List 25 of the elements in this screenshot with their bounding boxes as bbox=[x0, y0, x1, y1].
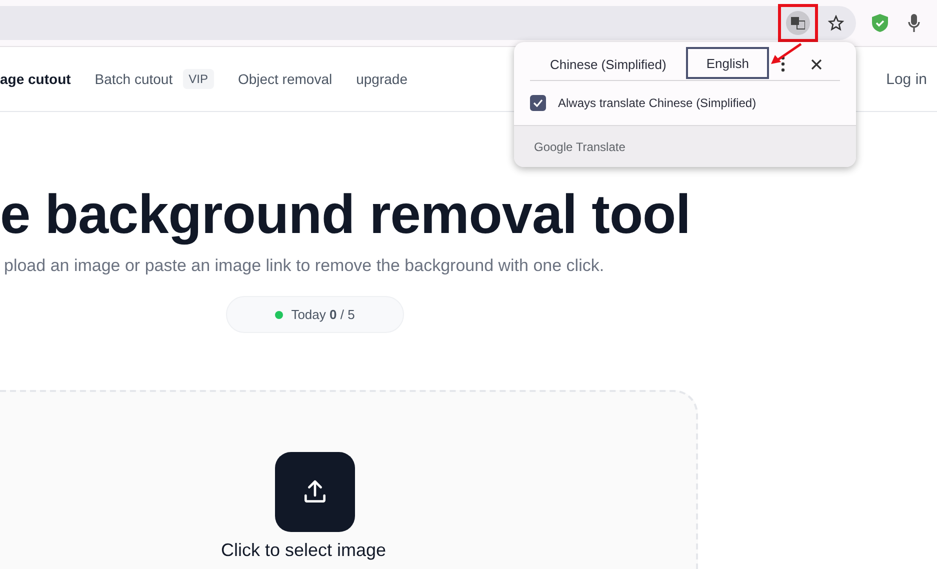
close-icon[interactable] bbox=[810, 58, 822, 70]
nav-link[interactable]: upgrade bbox=[356, 71, 408, 87]
more-icon[interactable] bbox=[780, 56, 785, 72]
language-tab[interactable]: English bbox=[686, 47, 769, 79]
upload-dropzone[interactable]: Click to select image bbox=[0, 390, 698, 569]
translate-icon[interactable] bbox=[786, 11, 810, 35]
language-tab[interactable]: Chinese (Simplified) bbox=[530, 48, 686, 80]
checkbox[interactable] bbox=[530, 95, 546, 111]
checkbox-label: Always translate Chinese (Simplified) bbox=[558, 96, 756, 110]
nav-link[interactable]: age cutout bbox=[0, 71, 71, 87]
vip-badge: VIP bbox=[182, 69, 214, 89]
nav-link[interactable]: Batch cutout bbox=[94, 71, 173, 87]
counter-text: Today 0 / 5 bbox=[291, 307, 355, 322]
nav-link[interactable]: Object removal bbox=[238, 71, 332, 87]
arrow-annotation bbox=[770, 43, 802, 67]
page-subtitle: pload an image or paste an image link to remove the background with one click. bbox=[4, 256, 604, 276]
checkmark-icon bbox=[533, 99, 543, 107]
page-title: e background removal tool bbox=[0, 184, 690, 244]
shield-icon[interactable] bbox=[872, 14, 888, 32]
footer-brand: Google Translate bbox=[514, 125, 856, 167]
star-icon[interactable] bbox=[828, 15, 844, 31]
login-link[interactable]: Log in bbox=[886, 70, 927, 88]
upload-button[interactable] bbox=[275, 452, 355, 532]
microphone-icon[interactable] bbox=[908, 14, 920, 32]
upload-label: Click to select image bbox=[221, 540, 386, 560]
